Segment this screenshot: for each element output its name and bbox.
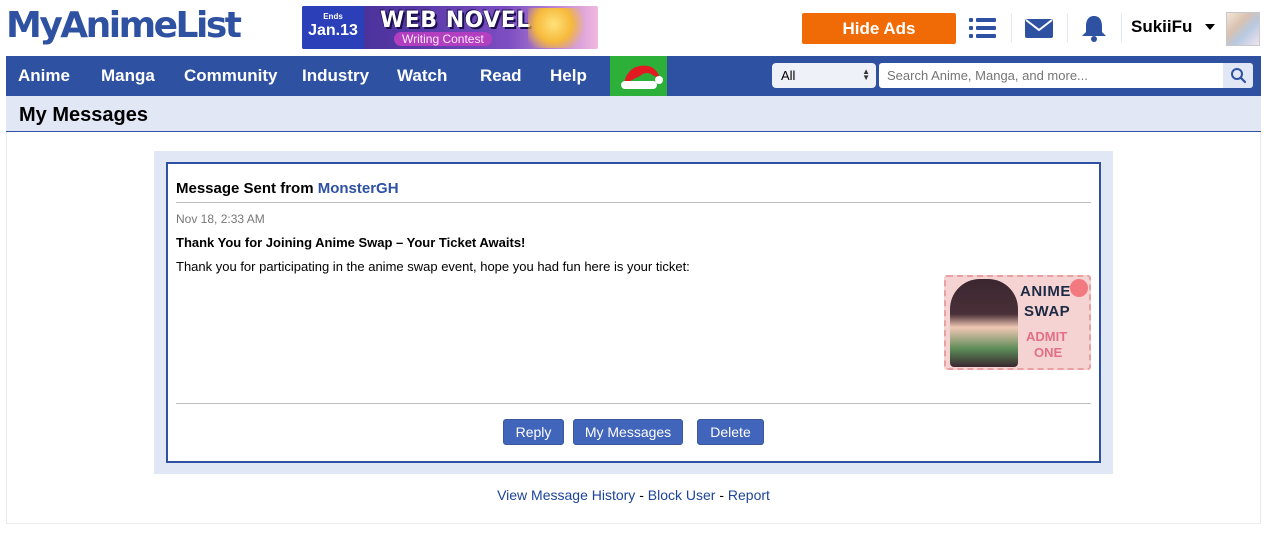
message-header-prefix: Message Sent from <box>176 180 318 197</box>
santa-hat-icon[interactable] <box>610 56 667 96</box>
reply-button[interactable]: Reply <box>503 419 564 445</box>
chevron-down-icon[interactable] <box>1205 24 1215 30</box>
web-novel-banner[interactable]: Ends Jan.13 WEB NOVEL Writing Contest <box>302 6 598 49</box>
avatar[interactable] <box>1226 12 1260 46</box>
message-sender-link[interactable]: MonsterGH <box>318 180 399 197</box>
search-input[interactable] <box>879 63 1223 88</box>
page-title: My Messages <box>19 104 148 126</box>
banner-title: WEB NOVEL <box>380 8 531 33</box>
header-separator <box>1121 14 1122 42</box>
footer-separator: - <box>715 487 728 503</box>
report-link[interactable]: Report <box>728 487 770 503</box>
ticket-character-image <box>950 279 1018 367</box>
message-divider <box>176 202 1091 203</box>
message-subject: Thank You for Joining Anime Swap – Your … <box>176 235 526 250</box>
message-body: Thank you for participating in the anime… <box>176 259 690 274</box>
ticket-line-3: ADMIT <box>1026 329 1068 344</box>
bell-icon[interactable] <box>1079 14 1109 42</box>
message-header: Message Sent from MonsterGH <box>176 180 399 197</box>
header-separator <box>1011 14 1012 42</box>
ticket-flower-decoration <box>1070 279 1088 297</box>
search-icon <box>1231 68 1247 84</box>
nav-item-community[interactable]: Community <box>184 56 278 96</box>
nav-item-help[interactable]: Help <box>550 56 587 96</box>
my-messages-button[interactable]: My Messages <box>573 419 683 445</box>
block-user-link[interactable]: Block User <box>648 487 716 503</box>
delete-button[interactable]: Delete <box>697 419 764 445</box>
nav-item-manga[interactable]: Manga <box>101 56 155 96</box>
list-icon[interactable] <box>968 14 998 42</box>
footer-links: View Message History - Block User - Repo… <box>0 487 1267 503</box>
ticket-line-4: ONE <box>1034 345 1063 360</box>
message-footer-divider <box>176 403 1091 404</box>
nav-item-watch[interactable]: Watch <box>397 56 447 96</box>
top-header: MyAnimeList Ends Jan.13 WEB NOVEL Writin… <box>0 0 1280 56</box>
anime-swap-ticket-image: ANIME SWAP ADMIT ONE <box>944 275 1091 370</box>
banner-subtitle: Writing Contest <box>394 32 492 46</box>
search-category-value: All <box>781 68 796 83</box>
ticket-line-1: ANIME <box>1020 283 1071 300</box>
username-menu[interactable]: SukiiFu <box>1131 17 1192 37</box>
ticket-line-2: SWAP <box>1024 303 1071 320</box>
nav-item-anime[interactable]: Anime <box>18 56 70 96</box>
main-navbar: Anime Manga Community Industry Watch Rea… <box>6 56 1261 96</box>
banner-character-image <box>528 8 592 48</box>
search-button[interactable] <box>1223 63 1253 88</box>
hide-ads-button[interactable]: Hide Ads <box>802 13 956 44</box>
footer-separator: - <box>635 487 648 503</box>
banner-ends-box: Ends Jan.13 <box>302 6 364 49</box>
nav-item-industry[interactable]: Industry <box>302 56 369 96</box>
view-message-history-link[interactable]: View Message History <box>497 487 635 503</box>
nav-item-read[interactable]: Read <box>480 56 522 96</box>
search-category-select[interactable]: All ▲ ▼ <box>772 63 876 88</box>
site-logo[interactable]: MyAnimeList <box>6 4 242 48</box>
page-title-bar: My Messages <box>6 96 1261 132</box>
envelope-icon[interactable] <box>1024 14 1054 42</box>
banner-ends-date: Jan.13 <box>308 22 358 39</box>
banner-ends-label: Ends <box>323 12 343 21</box>
select-arrows-icon: ▲ ▼ <box>862 67 870 82</box>
message-date: Nov 18, 2:33 AM <box>176 212 265 226</box>
header-separator <box>1067 14 1068 42</box>
